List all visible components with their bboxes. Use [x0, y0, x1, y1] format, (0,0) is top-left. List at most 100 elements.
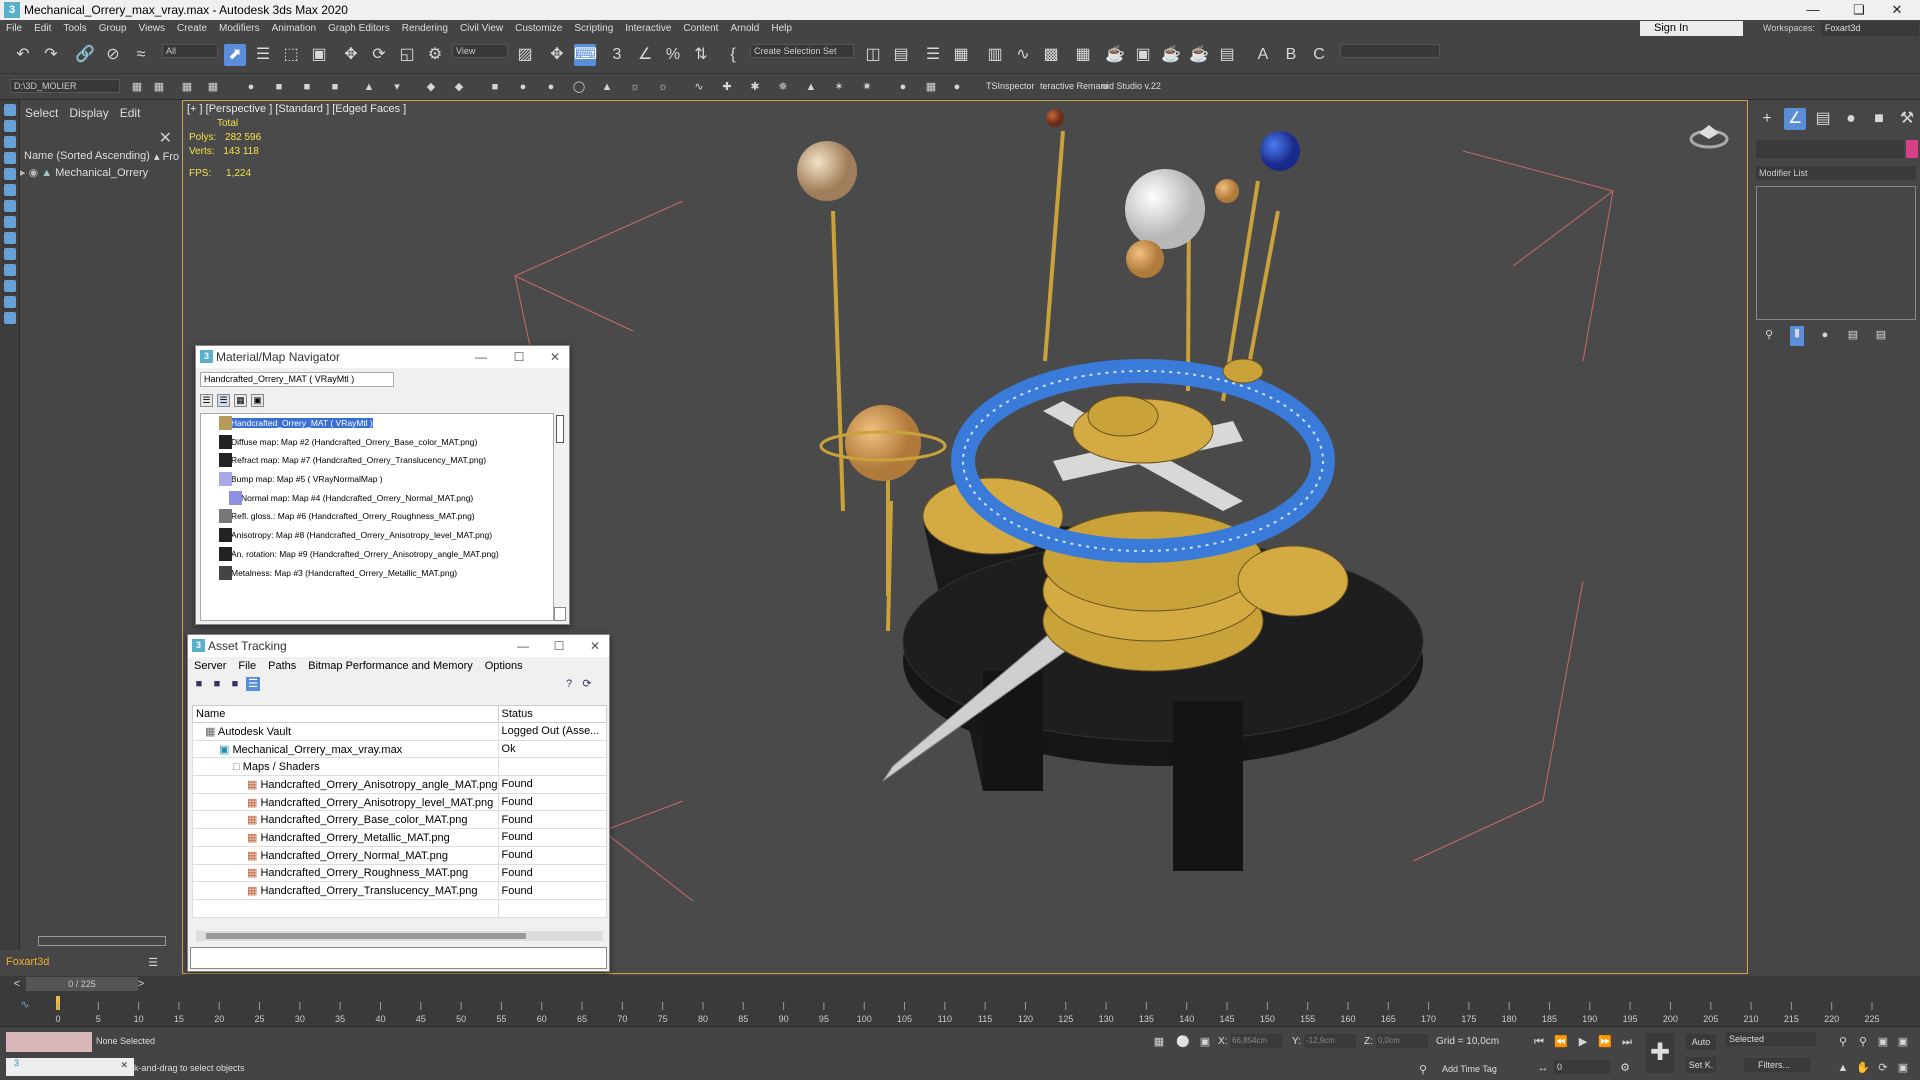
minimize-button[interactable]: — — [1790, 0, 1836, 20]
display-tab-icon[interactable]: ■ — [1868, 108, 1890, 130]
grid-tool-icon[interactable]: ▦ — [924, 80, 938, 94]
view-small-icons-icon[interactable]: ▦ — [234, 394, 247, 407]
y-coordinate-field[interactable]: -12,9cm — [1304, 1034, 1356, 1048]
bind-space-warp-icon[interactable]: ≈ — [130, 44, 152, 66]
spacewarp-icon[interactable]: ✶ — [832, 80, 846, 94]
tree-row[interactable]: Refract map: Map #7 (Handcrafted_Orrery_… — [201, 451, 553, 470]
tool-e-icon[interactable]: ▲ — [362, 80, 376, 94]
rect-selection-icon[interactable]: ⬚ — [280, 44, 302, 66]
light-icon[interactable]: ☼ — [628, 80, 642, 94]
align-icon[interactable]: ▤ — [890, 44, 912, 66]
tool-b-icon[interactable]: ■ — [272, 80, 286, 94]
close-icon[interactable]: ✕ — [159, 128, 172, 148]
color-cycle-icon[interactable]: C — [1308, 44, 1330, 66]
scrollbar-thumb[interactable] — [556, 415, 564, 443]
selection-filter-dropdown[interactable]: All — [162, 44, 218, 58]
leaf-icon[interactable]: ▲ — [804, 80, 818, 94]
rendered-frame-icon[interactable]: ▣ — [1132, 44, 1154, 66]
view-list-thumbs-icon[interactable]: ☰ — [217, 394, 230, 407]
refresh-icon[interactable]: ⟳ — [580, 677, 594, 691]
bold-text-icon[interactable]: B — [1280, 44, 1302, 66]
percent-snap-icon[interactable]: % — [662, 44, 684, 66]
unlink-icon[interactable]: ⊘ — [102, 44, 124, 66]
status-column-header[interactable]: Status — [497, 705, 608, 723]
reference-coord-dropdown[interactable]: View — [452, 44, 508, 58]
menu-file[interactable]: File — [232, 660, 262, 672]
expand-arrow-icon[interactable]: ▸ — [20, 167, 26, 179]
named-selection-icon[interactable]: { — [722, 44, 744, 66]
tool-d-icon[interactable]: ■ — [328, 80, 342, 94]
view-icon[interactable]: ■ — [210, 677, 224, 691]
project-folder-icon[interactable]: ▦ — [130, 80, 144, 94]
menu-paths[interactable]: Paths — [262, 660, 302, 672]
menu-graph-editors[interactable]: Graph Editors — [322, 23, 396, 34]
asset-tracking-titlebar[interactable]: 3 Asset Tracking — ☐ ✕ — [188, 635, 609, 657]
view-icon[interactable]: ■ — [228, 677, 242, 691]
go-to-end-icon[interactable]: ⏭ — [1620, 1035, 1634, 1049]
table-row[interactable]: ▦ Handcrafted_Orrery_Roughness_MAT.png Fo… — [192, 863, 608, 883]
layer-explorer-icon[interactable]: ☰ — [922, 44, 944, 66]
close-icon[interactable]: ✕ — [120, 1060, 128, 1071]
show-end-result-icon[interactable]: ▮ — [1790, 326, 1804, 346]
menu-edit[interactable]: Edit — [28, 23, 57, 34]
menu-options[interactable]: Options — [479, 660, 529, 672]
move-icon[interactable]: ✥ — [340, 44, 362, 66]
tsinspector-button[interactable]: TSInspector — [986, 81, 1035, 91]
redo-icon[interactable]: ↷ — [40, 44, 62, 66]
render-setup-icon[interactable]: ☕ — [1104, 44, 1126, 66]
menu-civil-view[interactable]: Civil View — [454, 23, 509, 34]
material-editor-icon[interactable]: ▦ — [1072, 44, 1094, 66]
vray-icon[interactable]: ● — [950, 80, 964, 94]
x-coordinate-field[interactable]: 66,854cm — [1230, 1034, 1282, 1048]
key-filter-dropdown[interactable]: Selected — [1726, 1032, 1816, 1046]
tree-row[interactable]: Normal map: Map #4 (Handcrafted_Orrery_N… — [201, 489, 553, 508]
material-name-field[interactable]: Handcrafted_Orrery_MAT ( VRayMtl ) — [200, 372, 394, 387]
workspace-dropdown[interactable]: Foxart3d — [1820, 21, 1919, 36]
strip-icon[interactable] — [4, 200, 16, 212]
table-row[interactable]: ▦ Handcrafted_Orrery_Base_color_MAT.png F… — [192, 810, 608, 830]
tab-select[interactable]: Select — [20, 106, 64, 120]
set-key-big-icon[interactable]: ✚ — [1646, 1033, 1674, 1073]
maximize-button[interactable]: ☐ — [544, 635, 574, 657]
view-icon[interactable]: ■ — [192, 677, 206, 691]
export-folder-icon[interactable]: ▦ — [206, 80, 220, 94]
maximize-viewport-icon[interactable]: ▣ — [1896, 1061, 1910, 1075]
minimize-button[interactable]: — — [466, 346, 496, 368]
utilities-tab-icon[interactable]: ⚒ — [1896, 108, 1918, 130]
particle-icon[interactable]: ✵ — [776, 80, 790, 94]
vertical-scrollbar[interactable] — [554, 413, 566, 621]
view-list-icon[interactable]: ☰ — [200, 394, 213, 407]
field-of-view-icon[interactable]: ▲ — [1836, 1061, 1850, 1075]
schematic-view-icon[interactable]: ▩ — [1040, 44, 1062, 66]
tree-row[interactable]: Diffuse map: Map #2 (Handcrafted_Orrery_… — [201, 433, 553, 452]
place-icon[interactable]: ⚙ — [424, 44, 446, 66]
menu-group[interactable]: Group — [93, 23, 133, 34]
menu-rendering[interactable]: Rendering — [396, 23, 454, 34]
angle-snap-icon[interactable]: ∠ — [634, 44, 656, 66]
strip-icon[interactable] — [4, 216, 16, 228]
menu-interactive[interactable]: Interactive — [619, 23, 677, 34]
tree-row[interactable]: Handcrafted_Orrery_MAT ( VRayMtl ) — [201, 414, 553, 433]
strip-icon[interactable] — [4, 312, 16, 324]
link-icon[interactable]: 🔗 — [74, 44, 96, 66]
curve-editor-icon[interactable]: ∿ — [1012, 44, 1034, 66]
go-to-start-icon[interactable]: ⏮ — [1532, 1035, 1546, 1049]
help-icon[interactable]: ? — [562, 677, 576, 691]
cone-primitive-icon[interactable]: ▲ — [600, 80, 614, 94]
fluid-studio-button[interactable]: uid Studio v.22 — [1102, 81, 1161, 91]
menu-create[interactable]: Create — [171, 23, 213, 34]
table-row[interactable]: ▦ Handcrafted_Orrery_Anisotropy_angle_MA… — [192, 775, 608, 794]
menu-file[interactable]: File — [0, 23, 28, 34]
time-slider[interactable]: 0 / 225 — [26, 977, 138, 991]
strip-icon[interactable] — [4, 264, 16, 276]
viewport-label[interactable]: [+ ] [Perspective ] [Standard ] [Edged F… — [187, 103, 406, 115]
menu-bitmap-performance[interactable]: Bitmap Performance and Memory — [302, 660, 478, 672]
spline-icon[interactable]: ∿ — [692, 80, 706, 94]
cylinder-primitive-icon[interactable]: ● — [544, 80, 558, 94]
tab-edit[interactable]: Edit — [115, 106, 147, 120]
absolute-mode-icon[interactable]: ▣ — [1198, 1035, 1212, 1049]
system-icon[interactable]: ✷ — [860, 80, 874, 94]
play-icon[interactable]: ▶ — [1576, 1035, 1590, 1049]
menu-help[interactable]: Help — [765, 23, 798, 34]
time-tag-icon[interactable]: ⚲ — [1416, 1063, 1430, 1077]
